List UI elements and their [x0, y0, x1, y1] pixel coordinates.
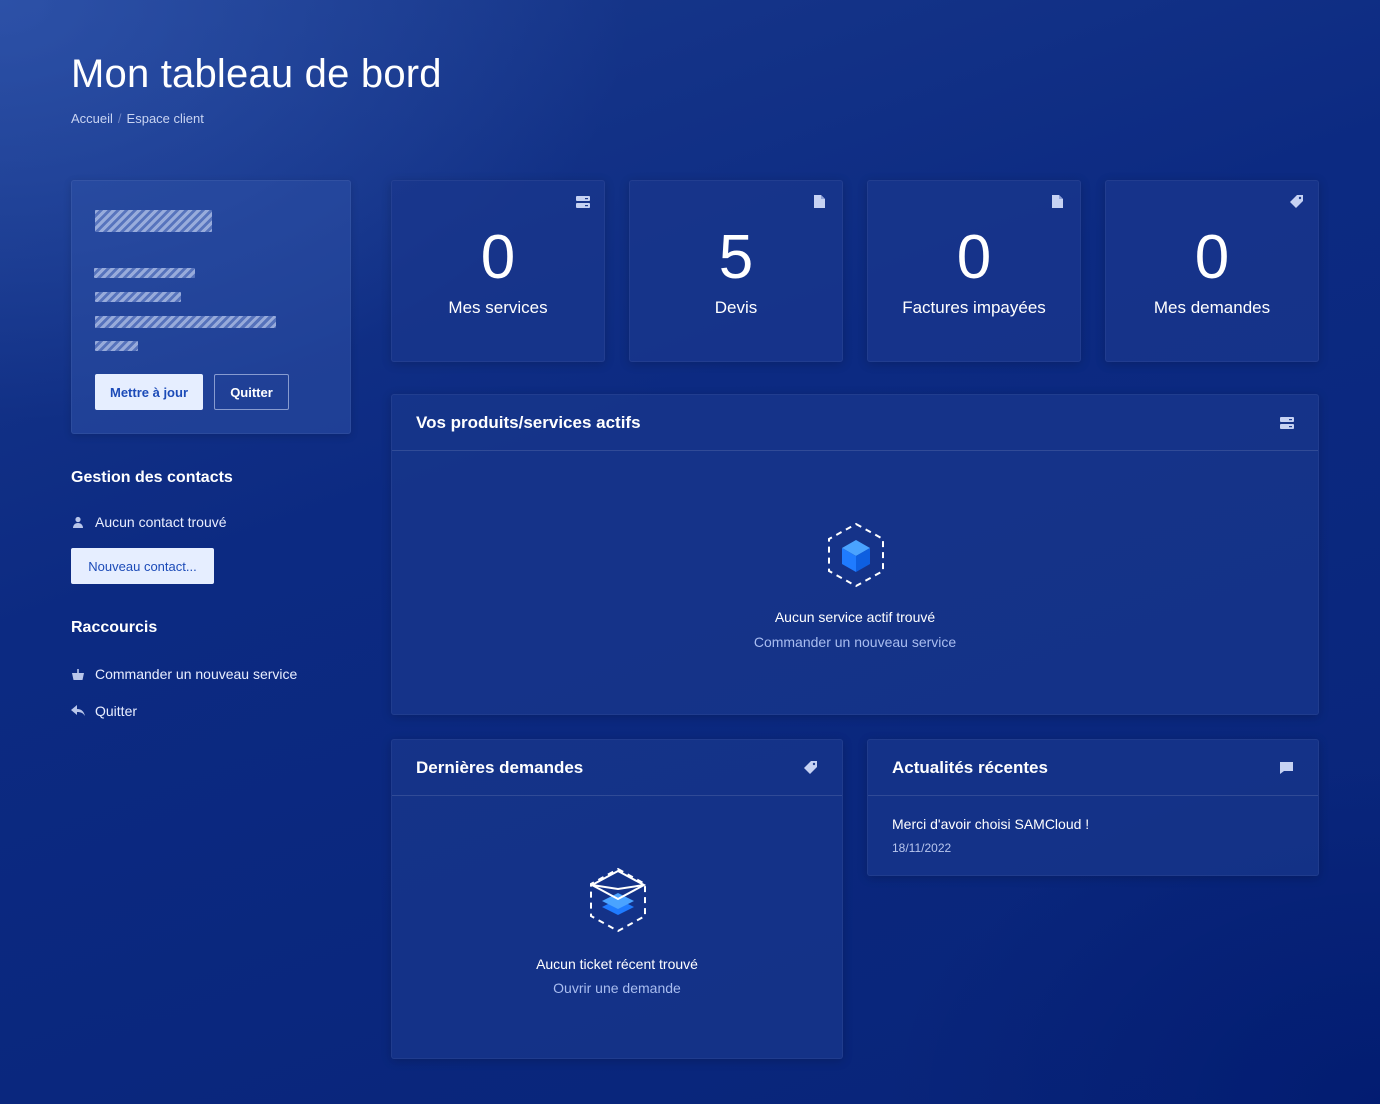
update-profile-button[interactable]: Mettre à jour [95, 374, 203, 410]
stat-value: 0 [956, 223, 992, 292]
breadcrumb-current: Espace client [126, 111, 204, 126]
reply-arrow-icon [71, 704, 85, 718]
shortcut-logout[interactable]: Quitter [71, 703, 137, 719]
logout-button[interactable]: Quitter [214, 374, 289, 410]
stat-label: Factures impayées [902, 298, 1046, 317]
server-icon [576, 195, 590, 209]
page-title: Mon tableau de bord [71, 52, 442, 96]
contacts-empty-row: Aucun contact trouvé [71, 514, 227, 530]
panel-title: Dernières demandes [416, 757, 584, 777]
shortcut-order-service[interactable]: Commander un nouveau service [71, 666, 297, 682]
user-icon [71, 515, 85, 529]
panel-header: Vos produits/services actifs [392, 395, 1318, 451]
new-contact-button[interactable]: Nouveau contact... [71, 548, 214, 584]
stat-tile-requests[interactable]: 0 Mes demandes [1105, 180, 1319, 362]
contacts-section-title: Gestion des contacts [71, 469, 233, 486]
shortcut-label: Quitter [95, 703, 138, 719]
redacted-address-line [95, 316, 276, 328]
tickets-empty-title: Aucun ticket récent trouvé [536, 956, 698, 972]
tag-icon [1290, 195, 1304, 209]
redacted-name [95, 210, 212, 232]
basket-icon [71, 667, 85, 681]
shortcuts-section-title: Raccourcis [71, 619, 158, 636]
news-item-title[interactable]: Merci d'avoir choisi SAMCloud ! [892, 816, 1089, 832]
breadcrumb: Accueil / Espace client [71, 111, 204, 126]
order-service-link[interactable]: Commander un nouveau service [392, 634, 1318, 650]
breadcrumb-home[interactable]: Accueil [71, 111, 113, 126]
document-icon [814, 195, 828, 209]
comment-icon [1280, 761, 1294, 775]
stat-tile-unpaid-invoices[interactable]: 0 Factures impayées [867, 180, 1081, 362]
panel-title: Actualités récentes [892, 757, 1048, 777]
stat-value: 0 [1194, 223, 1230, 292]
stat-tile-quotes[interactable]: 5 Devis [629, 180, 843, 362]
cube-illustration-icon [826, 522, 886, 588]
stat-label: Devis [714, 298, 758, 317]
stat-value: 0 [480, 223, 516, 292]
redacted-address-line [94, 268, 195, 278]
panel-header: Dernières demandes [392, 740, 842, 796]
envelope-illustration-icon [588, 867, 648, 933]
shortcut-label: Commander un nouveau service [95, 666, 298, 682]
stat-label: Mes services [448, 298, 548, 317]
services-empty-title: Aucun service actif trouvé [774, 609, 936, 625]
active-services-panel: Vos produits/services actifs Aucun servi… [391, 394, 1319, 715]
redacted-address-line [95, 341, 138, 351]
recent-news-panel: Actualités récentes Merci d'avoir choisi… [867, 739, 1319, 876]
redacted-address-line [95, 292, 181, 302]
latest-requests-panel: Dernières demandes Aucun ticket récent t… [391, 739, 843, 1059]
document-icon [1052, 195, 1066, 209]
profile-card: Mettre à jour Quitter [71, 180, 351, 434]
news-item-date: 18/11/2022 [892, 841, 952, 855]
panel-header: Actualités récentes [868, 740, 1318, 796]
stat-tile-services[interactable]: 0 Mes services [391, 180, 605, 362]
stat-label: Mes demandes [1153, 298, 1271, 317]
breadcrumb-separator: / [117, 111, 122, 126]
tag-icon [804, 760, 818, 775]
server-icon [1280, 416, 1294, 430]
stat-value: 5 [718, 223, 754, 292]
contacts-empty-text: Aucun contact trouvé [95, 514, 227, 530]
open-ticket-link[interactable]: Ouvrir une demande [392, 980, 842, 996]
panel-title: Vos produits/services actifs [416, 412, 641, 432]
